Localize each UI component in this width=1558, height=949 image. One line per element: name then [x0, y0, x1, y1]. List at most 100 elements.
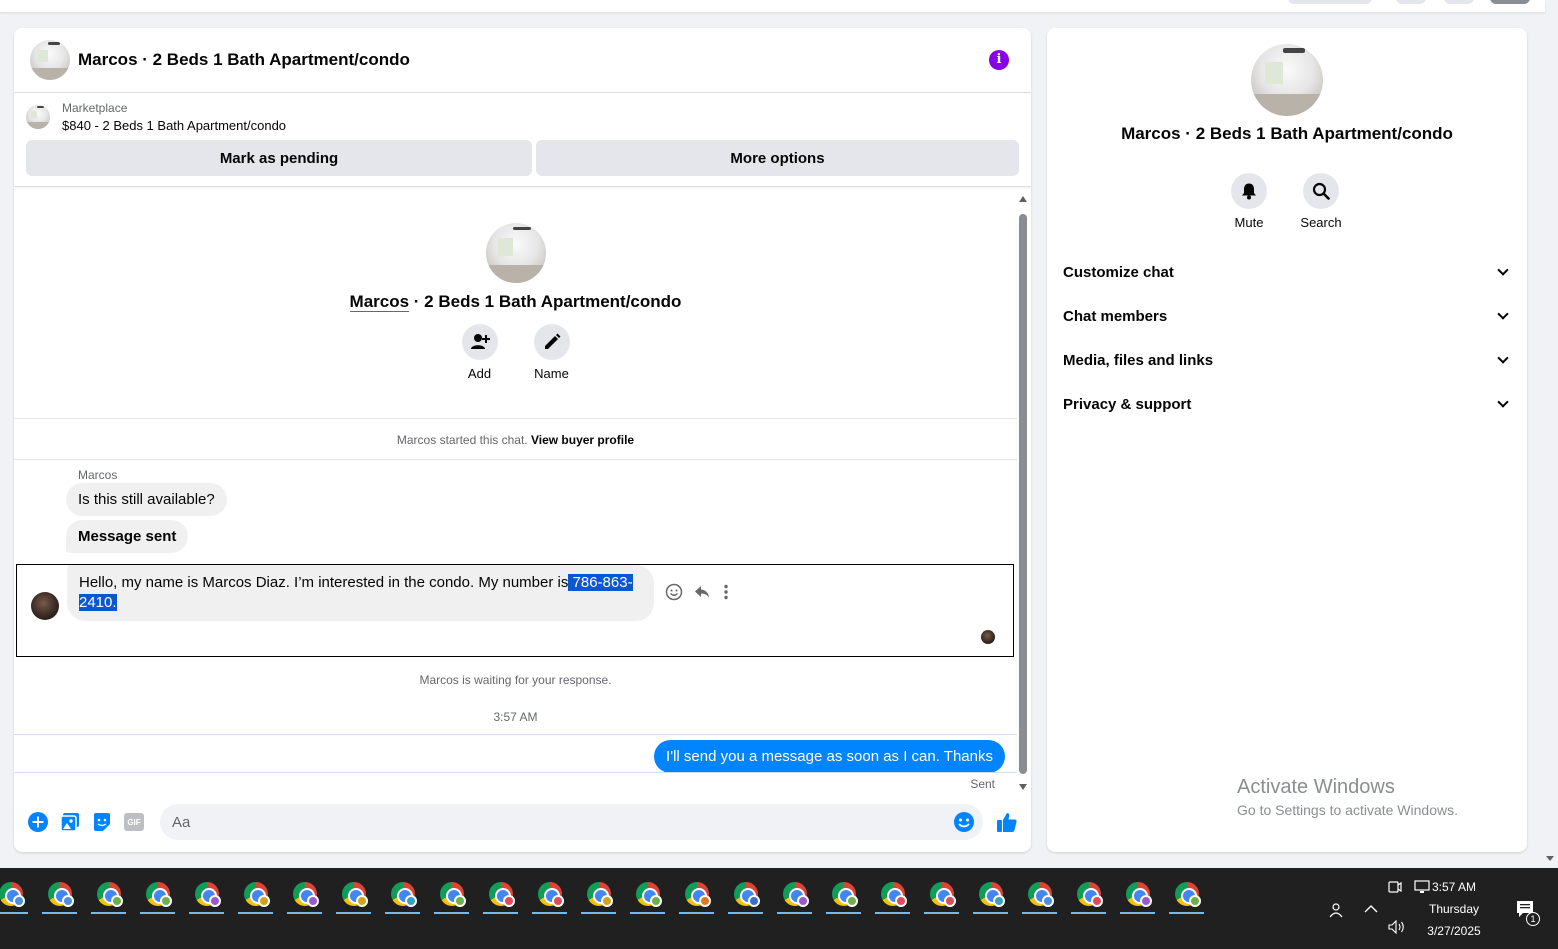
- more-actions-button[interactable]: [27, 811, 49, 833]
- taskbar-chrome-app[interactable]: [182, 876, 231, 914]
- message-bubble[interactable]: Hello, my name is Marcos Diaz. I’m inter…: [67, 565, 654, 621]
- notifications-button[interactable]: 1: [1516, 900, 1540, 926]
- taskbar-chrome-app[interactable]: [0, 876, 35, 914]
- marketplace-label: Marketplace: [62, 101, 128, 115]
- watermark-subtitle: Go to Settings to activate Windows.: [1237, 802, 1458, 818]
- section-chat-members[interactable]: Chat members: [1063, 294, 1513, 338]
- taskbar-chrome-app[interactable]: [574, 876, 623, 914]
- add-people-button[interactable]: Add: [461, 324, 498, 381]
- taskbar-chrome-app[interactable]: [819, 876, 868, 914]
- mark-as-pending-button[interactable]: Mark as pending: [26, 140, 532, 176]
- taskbar-chrome-app[interactable]: [1162, 876, 1211, 914]
- taskbar-chrome-app[interactable]: [672, 876, 721, 914]
- hovered-message-row[interactable]: Hello, my name is Marcos Diaz. I’m inter…: [16, 564, 1014, 657]
- attach-photo-button[interactable]: [59, 811, 81, 833]
- running-indicator: [973, 912, 1008, 914]
- scroll-down-arrow[interactable]: [1019, 784, 1027, 790]
- running-indicator: [42, 912, 77, 914]
- outgoing-message-bubble[interactable]: I'll send you a message as soon as I can…: [654, 740, 1005, 773]
- running-indicator: [581, 912, 616, 914]
- page-scroll-down-arrow[interactable]: [1546, 856, 1554, 861]
- meet-now-icon[interactable]: [1388, 880, 1402, 894]
- message-list[interactable]: Marcos · 2 Beds 1 Bath Apartment/condo A…: [14, 190, 1017, 790]
- taskbar-chrome-app[interactable]: [917, 876, 966, 914]
- chat-title[interactable]: Marcos · 2 Beds 1 Bath Apartment/condo: [78, 50, 410, 70]
- sender-avatar[interactable]: [31, 592, 59, 620]
- marketplace-bar: Marketplace $840 - 2 Beds 1 Bath Apartme…: [14, 93, 1031, 187]
- more-options-button[interactable]: More options: [536, 140, 1019, 176]
- react-emoji-icon[interactable]: [665, 583, 683, 601]
- taskbar-chrome-app[interactable]: [329, 876, 378, 914]
- listing-title[interactable]: $840 - 2 Beds 1 Bath Apartment/condo: [62, 118, 286, 133]
- people-icon[interactable]: [1328, 902, 1344, 918]
- bell-icon: [1242, 183, 1256, 200]
- like-button[interactable]: [996, 811, 1018, 833]
- search-button[interactable]: Search: [1300, 173, 1342, 230]
- message-timestamp: 3:57 AM: [493, 710, 538, 724]
- intro-title: Marcos · 2 Beds 1 Bath Apartment/condo: [14, 292, 1017, 312]
- running-indicator: [1071, 912, 1106, 914]
- top-bar-icon-button[interactable]: [1444, 0, 1474, 4]
- top-bar-icon-button[interactable]: [1396, 0, 1426, 4]
- chevron-up-icon[interactable]: [1364, 904, 1378, 914]
- taskbar-chrome-app[interactable]: [721, 876, 770, 914]
- running-indicator: [189, 912, 224, 914]
- taskbar-date[interactable]: 3/27/2025: [1414, 924, 1494, 938]
- taskbar-chrome-app[interactable]: [427, 876, 476, 914]
- taskbar-chrome-app[interactable]: [476, 876, 525, 914]
- gif-button[interactable]: GIF: [123, 811, 145, 833]
- search-icon: [1312, 182, 1330, 200]
- running-indicator: [1169, 912, 1204, 914]
- divider: [14, 734, 1017, 735]
- message-bubble[interactable]: Message sent: [66, 520, 189, 553]
- scroll-up-arrow[interactable]: [1019, 196, 1027, 202]
- pencil-icon: [544, 333, 560, 349]
- section-label: Customize chat: [1063, 263, 1174, 281]
- section-customize-chat[interactable]: Customize chat: [1063, 250, 1513, 294]
- message-bubble[interactable]: Is this still available?: [66, 483, 227, 516]
- activate-windows-watermark: Activate Windows Go to Settings to activ…: [1237, 776, 1458, 818]
- taskbar-chrome-app[interactable]: [868, 876, 917, 914]
- taskbar-chrome-app[interactable]: [84, 876, 133, 914]
- taskbar-day[interactable]: Thursday: [1414, 902, 1494, 916]
- chevron-down-icon: [1497, 352, 1509, 364]
- taskbar-chrome-app[interactable]: [1064, 876, 1113, 914]
- reply-icon[interactable]: [693, 583, 711, 601]
- taskbar-chrome-app[interactable]: [525, 876, 574, 914]
- taskbar-chrome-app[interactable]: [770, 876, 819, 914]
- info-icon[interactable]: i: [989, 50, 1009, 70]
- taskbar-chrome-app[interactable]: [231, 876, 280, 914]
- taskbar-chrome-app[interactable]: [133, 876, 182, 914]
- divider: [14, 772, 1017, 773]
- seen-avatar: [981, 630, 995, 644]
- taskbar-chrome-app[interactable]: [966, 876, 1015, 914]
- taskbar-chrome-app[interactable]: [280, 876, 329, 914]
- add-person-icon: [470, 334, 490, 349]
- intro-avatar: [485, 223, 546, 283]
- view-buyer-profile-link[interactable]: View buyer profile: [531, 433, 634, 447]
- mute-button[interactable]: Mute: [1231, 173, 1267, 230]
- profile-avatar[interactable]: [1490, 0, 1530, 4]
- taskbar-chrome-app[interactable]: [623, 876, 672, 914]
- profile-badge-icon: [797, 895, 809, 907]
- section-media-files-links[interactable]: Media, files and links: [1063, 338, 1513, 382]
- running-indicator: [679, 912, 714, 914]
- message-scrollbar[interactable]: [1017, 194, 1027, 790]
- taskbar-time[interactable]: 3:57 AM: [1414, 880, 1494, 894]
- taskbar-chrome-app[interactable]: [378, 876, 427, 914]
- taskbar-chrome-app[interactable]: [1015, 876, 1064, 914]
- taskbar-chrome-app[interactable]: [1113, 876, 1162, 914]
- chat-avatar[interactable]: [30, 40, 70, 80]
- sticker-button[interactable]: [91, 811, 113, 833]
- name-button[interactable]: Name: [533, 324, 570, 381]
- emoji-icon[interactable]: [953, 811, 975, 833]
- top-bar-button[interactable]: [1288, 0, 1372, 4]
- section-privacy-support[interactable]: Privacy & support: [1063, 382, 1513, 426]
- taskbar-chrome-app[interactable]: [35, 876, 84, 914]
- volume-icon[interactable]: [1388, 920, 1406, 934]
- intro-name-link[interactable]: Marcos: [349, 292, 410, 312]
- more-vertical-icon[interactable]: [721, 583, 731, 601]
- listing-thumbnail[interactable]: [26, 105, 50, 129]
- scroll-thumb[interactable]: [1019, 214, 1027, 774]
- message-input[interactable]: Aa: [160, 804, 983, 840]
